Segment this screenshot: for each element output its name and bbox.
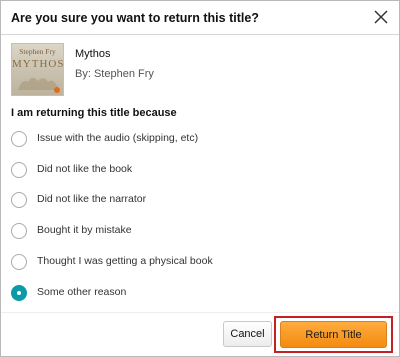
footer-divider [1,312,399,313]
cancel-button[interactable]: Cancel [223,321,272,347]
reason-label: Some other reason [37,286,127,298]
radio-button[interactable] [11,254,27,270]
reason-option[interactable]: Thought I was getting a physical book [11,254,371,276]
reason-option[interactable]: Did not like the book [11,162,371,184]
book-title: Mythos [75,48,111,60]
book-author: By: Stephen Fry [75,68,154,80]
close-button[interactable] [371,7,391,27]
reason-label: Did not like the narrator [37,193,147,205]
radio-button[interactable] [11,223,27,239]
return-dialog: Are you sure you want to return this tit… [0,0,400,357]
book-cover-image: Stephen Fry MYTHOS [11,43,64,96]
reason-heading: I am returning this title because [11,107,177,119]
reason-option[interactable]: Bought it by mistake [11,223,371,245]
publisher-logo [54,87,60,93]
reason-label: Bought it by mistake [37,224,132,236]
dialog-header: Are you sure you want to return this tit… [1,1,399,35]
reason-option[interactable]: Issue with the audio (skipping, etc) [11,131,371,153]
close-icon [374,10,388,24]
radio-button[interactable] [11,192,27,208]
reason-option[interactable]: Some other reason [11,285,371,307]
reason-option[interactable]: Did not like the narrator [11,192,371,214]
cover-title-text: MYTHOS [12,58,64,70]
reason-label: Did not like the book [37,163,133,175]
reason-label: Issue with the audio (skipping, etc) [37,132,199,144]
dialog-title: Are you sure you want to return this tit… [11,11,259,25]
radio-button[interactable] [11,131,27,147]
reason-label: Thought I was getting a physical book [37,255,213,267]
cover-author-text: Stephen Fry [19,47,56,56]
radio-button[interactable] [11,162,27,178]
radio-button-selected[interactable] [11,285,27,301]
return-title-button[interactable]: Return Title [280,321,387,348]
